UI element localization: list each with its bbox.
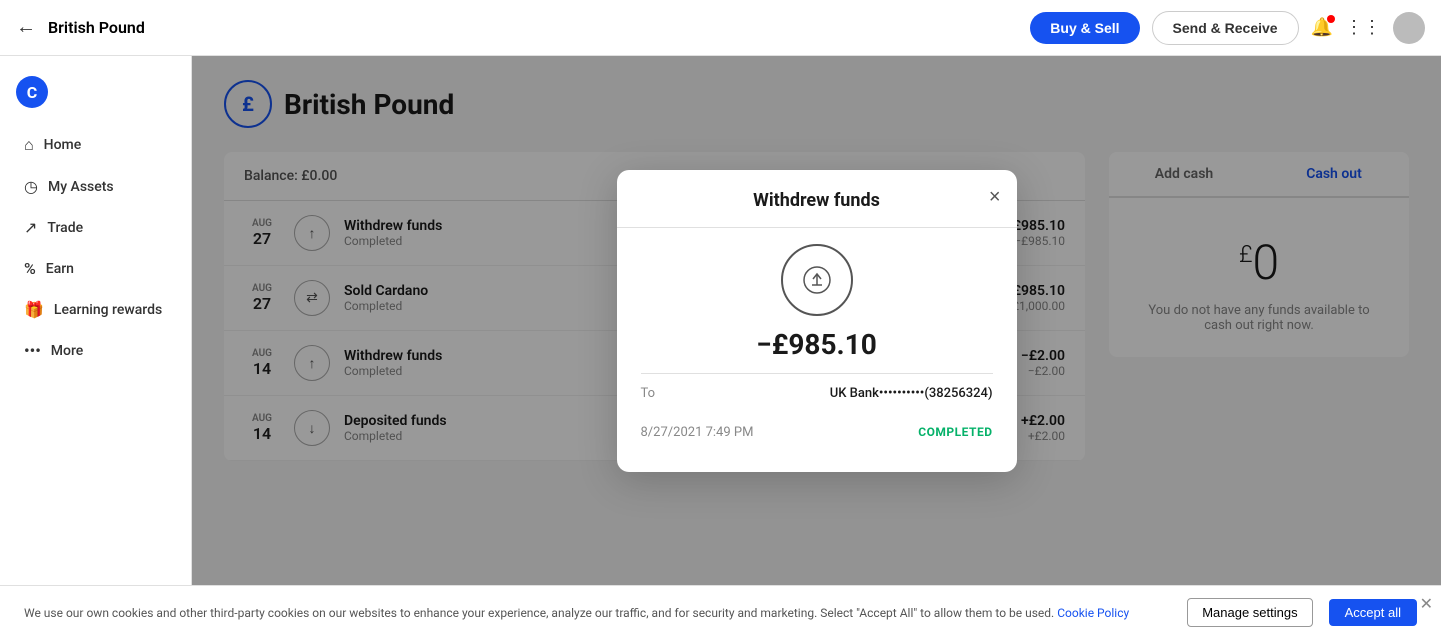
rewards-icon: 🎁 [24,300,44,319]
sidebar-item-home[interactable]: ⌂ Home [8,125,183,165]
sidebar: C ⌂ Home ◷ My Assets ↗ Trade % Earn 🎁 Le… [0,56,192,585]
modal-header: Withdrew funds × [617,170,1017,211]
sidebar-item-label: My Assets [48,179,114,195]
cookie-close-button[interactable]: ✕ [1420,594,1433,614]
sidebar-item-label: More [51,343,84,359]
status-badge: COMPLETED [918,425,992,439]
modal-to-label: To [641,386,656,401]
modal-upload-icon [781,244,853,316]
notification-badge [1327,15,1335,23]
sidebar-item-label: Learning rewards [54,302,162,318]
modal-overlay[interactable]: Withdrew funds × −£985.10 [192,56,1441,585]
app-body: C ⌂ Home ◷ My Assets ↗ Trade % Earn 🎁 Le… [0,56,1441,585]
sidebar-item-earn[interactable]: % Earn [8,249,183,288]
back-icon: ← [16,16,36,39]
buy-sell-button[interactable]: Buy & Sell [1030,12,1139,44]
cookie-policy-link[interactable]: Cookie Policy [1057,606,1129,620]
earn-icon: % [24,259,36,278]
sidebar-item-trade[interactable]: ↗ Trade [8,208,183,247]
grid-menu-button[interactable]: ⋮⋮ [1345,17,1381,38]
back-button[interactable]: ← [16,16,36,39]
page-title: British Pound [48,18,527,37]
topnav-icons: 🔔 ⋮⋮ [1311,12,1425,44]
sidebar-item-learning-rewards[interactable]: 🎁 Learning rewards [8,290,183,329]
sidebar-logo: C [0,68,191,124]
sidebar-item-my-assets[interactable]: ◷ My Assets [8,167,183,206]
modal-details: To UK Bank••••••••••(38256324) 8/27/2021… [617,373,1017,472]
modal-to-value: UK Bank••••••••••(38256324) [830,386,993,401]
modal-amount: −£985.10 [756,328,877,361]
more-icon: ••• [24,341,41,360]
sidebar-item-label: Trade [47,220,83,236]
modal-date-value: 8/27/2021 7:49 PM [641,425,754,440]
cookie-banner: We use our own cookies and other third-p… [0,585,1441,639]
modal-status-row: 8/27/2021 7:49 PM COMPLETED [641,413,993,452]
trade-icon: ↗ [24,218,37,237]
top-navigation: ← British Pound Buy & Sell Send & Receiv… [0,0,1441,56]
sidebar-item-more[interactable]: ••• More [8,331,183,370]
manage-settings-button[interactable]: Manage settings [1187,598,1312,627]
modal-close-button[interactable]: × [989,186,1001,209]
sidebar-item-label: Home [44,137,82,153]
avatar[interactable] [1393,12,1425,44]
send-receive-button[interactable]: Send & Receive [1152,11,1299,45]
modal-to-row: To UK Bank••••••••••(38256324) [641,373,993,413]
accept-all-button[interactable]: Accept all [1329,599,1417,626]
assets-icon: ◷ [24,177,38,196]
cookie-text: We use our own cookies and other third-p… [24,604,1171,622]
modal-icon-area: −£985.10 [617,244,1017,373]
home-icon: ⌂ [24,135,34,155]
notifications-button[interactable]: 🔔 [1311,17,1333,38]
logo-icon: C [16,76,48,108]
sidebar-item-label: Earn [46,261,74,277]
modal-title: Withdrew funds [753,190,880,211]
modal: Withdrew funds × −£985.10 [617,170,1017,472]
main-content: £ British Pound Balance: £0.00 AUG 27 ↑ … [192,56,1441,585]
modal-divider [617,227,1017,228]
